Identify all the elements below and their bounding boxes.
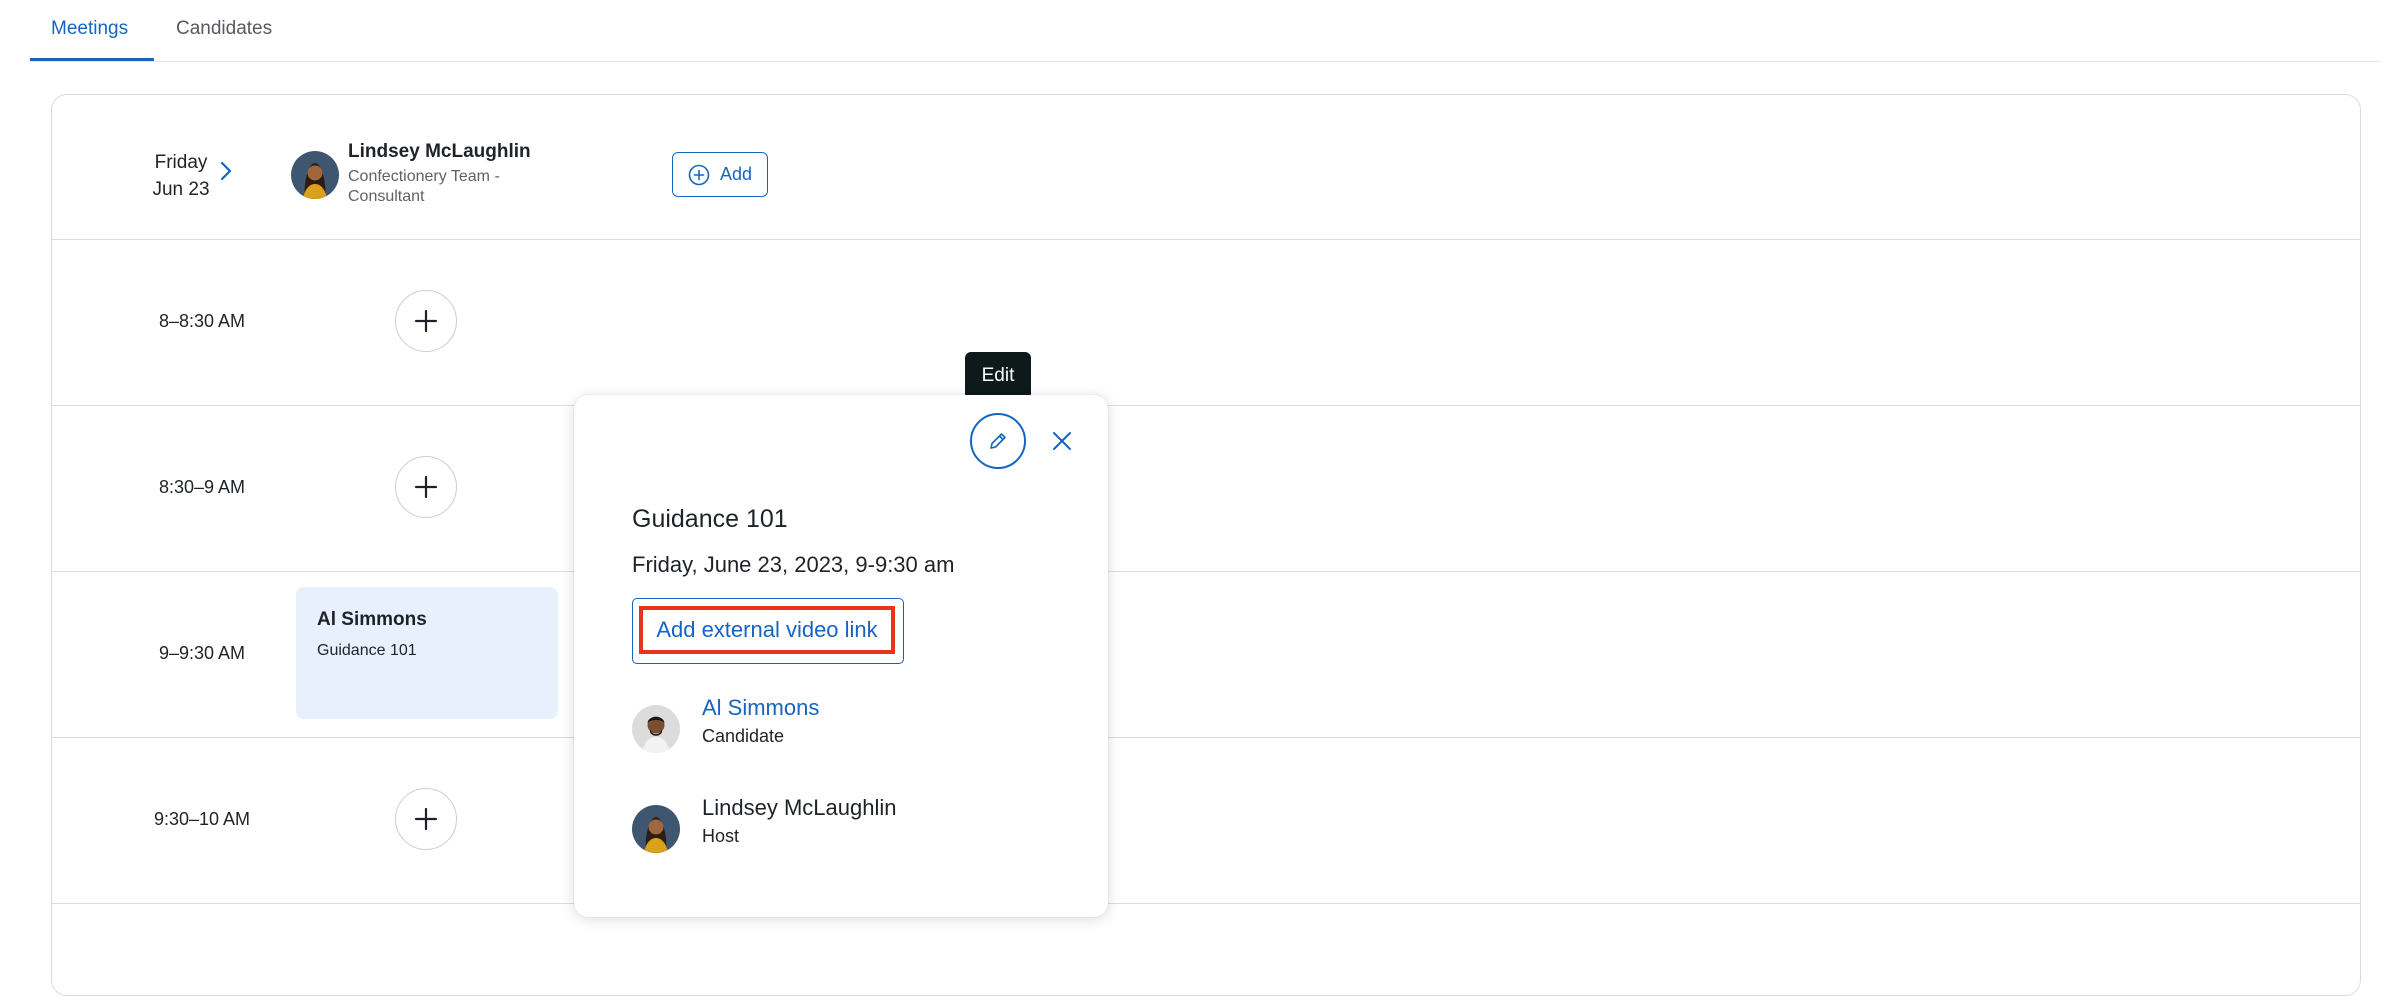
close-button[interactable] [1044,423,1080,459]
close-icon [1053,432,1071,450]
slot-time: 8:30–9 AM [158,477,246,497]
pencil-icon [990,433,1006,449]
host-participant-role: Host [702,826,740,846]
add-slot-button[interactable] [395,456,457,518]
edit-button[interactable] [970,413,1026,469]
active-tab-indicator [30,58,154,61]
add-slot-button[interactable] [395,290,457,352]
slot-time: 9–9:30 AM [158,643,246,663]
meeting-datetime: Friday, June 23, 2023, 9-9:30 am [632,552,955,577]
host-avatar [291,151,339,199]
highlight-box: Add external video link [639,606,895,654]
row-divider [52,737,2360,738]
row-divider [52,239,2360,240]
host-participant-name: Lindsey McLaughlin [702,795,897,820]
tab-bar: Meetings Candidates [30,0,2380,62]
host-role: Confectionery Team - Consultant [348,168,500,205]
candidate-name-link[interactable]: Al Simmons [702,695,819,721]
add-video-link-button[interactable]: Add external video link [632,598,904,664]
tab-candidates[interactable]: Candidates [176,18,272,40]
appointment-card[interactable]: Al Simmons Guidance 101 [296,587,558,719]
host-name: Lindsey McLaughlin [348,141,531,162]
meeting-title: Guidance 101 [632,505,788,533]
chevron-right-icon[interactable] [212,157,240,185]
row-divider [52,903,2360,904]
edit-tooltip: Edit [965,352,1031,400]
slot-time: 8–8:30 AM [158,311,246,331]
add-video-link-label: Add external video link [656,617,878,642]
appointment-name: Al Simmons [317,609,427,630]
add-button[interactable]: Add [672,152,768,197]
row-divider [52,405,2360,406]
add-circle-icon [688,164,710,185]
schedule-card: Friday Jun 23 Lindsey McLaughlin Confect… [51,94,2361,996]
add-slot-button[interactable] [395,788,457,850]
meeting-details-popover: Guidance 101 Friday, June 23, 2023, 9-9:… [574,395,1108,917]
plus-icon [414,309,438,333]
candidate-avatar [632,705,680,753]
tab-meetings[interactable]: Meetings [51,18,128,40]
host-avatar [632,805,680,853]
plus-icon [414,475,438,499]
candidate-role: Candidate [702,726,785,746]
row-divider [52,571,2360,572]
plus-icon [414,807,438,831]
slot-time: 9:30–10 AM [153,809,251,829]
add-button-label: Add [719,164,753,184]
appointment-title: Guidance 101 [317,642,417,659]
